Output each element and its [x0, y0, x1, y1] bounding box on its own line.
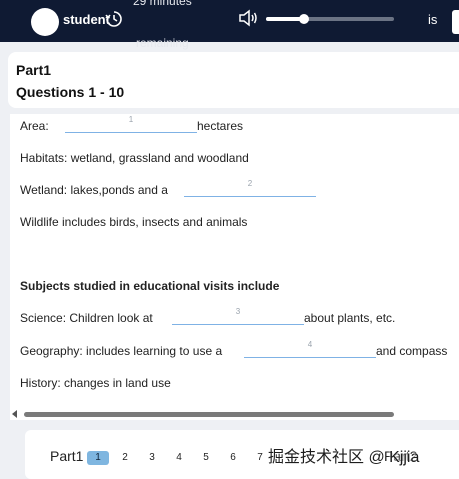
- answer-input-3[interactable]: 3: [172, 307, 304, 325]
- area-unit: hectares: [197, 119, 244, 133]
- history-text: History: changes in land use: [20, 376, 171, 390]
- blank-number: 3: [235, 307, 241, 316]
- username: student: [63, 12, 110, 27]
- wetland-label: Wetland: lakes,ponds and a: [20, 183, 168, 197]
- answer-input-1[interactable]: 1: [65, 115, 197, 133]
- answer-input-4[interactable]: 4: [244, 340, 376, 358]
- habitats-text: Habitats: wetland, grassland and woodlan…: [20, 151, 249, 165]
- part-title: Part1: [16, 62, 52, 78]
- scrollbar-thumb[interactable]: [24, 412, 394, 417]
- volume-slider[interactable]: [266, 14, 394, 24]
- subjects-heading: Subjects studied in educational visits i…: [20, 279, 280, 293]
- question-button-4[interactable]: 4: [168, 451, 190, 465]
- timer-icon: [104, 9, 124, 29]
- scroll-left-icon[interactable]: [12, 410, 17, 418]
- question-button-5[interactable]: 5: [195, 451, 217, 465]
- timer-minutes: 29 minutes: [133, 0, 192, 8]
- timer-remaining: remaining: [136, 36, 189, 50]
- question-content: Area: 1 hectares Habitats: wetland, gras…: [10, 114, 459, 420]
- avatar: [31, 8, 59, 36]
- part-header: Part1 Questions 1 - 10: [8, 52, 459, 108]
- blank-number: 4: [307, 340, 313, 349]
- question-button-1[interactable]: 1: [87, 451, 109, 465]
- horizontal-scrollbar[interactable]: [10, 408, 414, 420]
- topbar-trailing-text: is: [428, 12, 438, 27]
- geography-label: Geography: includes learning to use a: [20, 344, 223, 358]
- topbar-button[interactable]: [452, 10, 459, 34]
- question-button-3[interactable]: 3: [141, 451, 163, 465]
- blank-number: 1: [128, 115, 134, 124]
- answer-input-2[interactable]: 2: [184, 179, 316, 197]
- questions-range: Questions 1 - 10: [16, 84, 125, 100]
- question-button-6[interactable]: 6: [222, 451, 244, 465]
- blank-number: 2: [247, 179, 253, 188]
- watermark: 掘金技术社区 @ Kjjia: [268, 449, 420, 466]
- wildlife-text: Wildlife includes birds, insects and ani…: [20, 215, 248, 229]
- area-label: Area:: [20, 119, 49, 133]
- question-button-2[interactable]: 2: [114, 451, 136, 465]
- top-bar: student 29 minutes remaining is: [0, 0, 459, 50]
- science-label: Science: Children look at: [20, 311, 153, 325]
- navigator-part-label: Part1: [50, 448, 84, 464]
- volume-slider-thumb[interactable]: [299, 14, 310, 24]
- geography-after: and compass: [376, 344, 448, 358]
- volume-icon[interactable]: [238, 9, 258, 27]
- science-after: about plants, etc.: [304, 311, 396, 325]
